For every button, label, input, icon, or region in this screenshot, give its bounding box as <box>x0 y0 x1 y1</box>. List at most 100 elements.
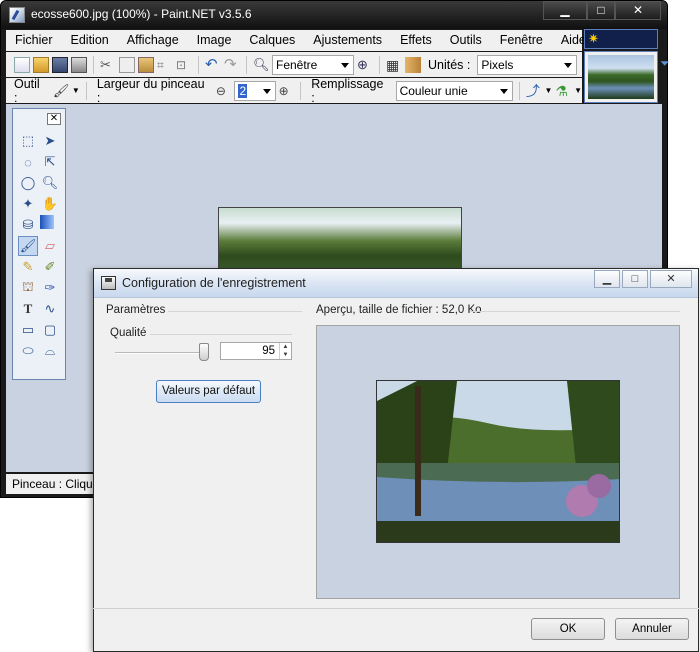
status-text: Pinceau : Clique <box>12 477 100 491</box>
eraser-icon[interactable]: ▱ <box>40 236 60 256</box>
rectangle-select-icon[interactable]: ⬚ <box>18 131 38 151</box>
preview-divider <box>470 311 680 312</box>
cut-icon[interactable]: ✂ <box>100 57 116 73</box>
tools-close-button[interactable]: ✕ <box>47 113 61 125</box>
combo-arrow-icon <box>499 88 508 94</box>
dialog-titlebar[interactable]: Configuration de l'enregistrement ▁ □ ✕ <box>94 269 698 298</box>
menu-ajustements[interactable]: Ajustements <box>304 30 391 51</box>
minimize-button[interactable]: ▁ <box>543 1 587 20</box>
fill-label: Remplissage : <box>311 76 384 105</box>
ruler-icon[interactable] <box>405 56 421 73</box>
new-file-icon[interactable] <box>14 56 30 73</box>
magic-wand-icon[interactable]: ✦ <box>18 194 38 214</box>
blend-mode-dropdown-icon[interactable]: ▼ <box>574 86 582 95</box>
maximize-button[interactable]: □ <box>587 1 615 20</box>
grid-icon[interactable]: ▦ <box>386 57 402 73</box>
fill-combo-value: Couleur unie <box>399 83 468 98</box>
copy-icon[interactable] <box>119 56 135 73</box>
quality-spin-buttons: ▲ ▼ <box>279 343 291 359</box>
menu-edition[interactable]: Edition <box>62 30 118 51</box>
tool-dropdown-icon[interactable]: ▼ <box>72 86 80 95</box>
paint-bucket-icon[interactable]: ⛁ <box>18 215 38 235</box>
deselect-icon[interactable]: ⊡ <box>176 57 192 73</box>
combo-arrow-icon <box>341 62 349 68</box>
quality-spinbox[interactable]: 95 ▲ ▼ <box>220 342 292 360</box>
window-titlebar[interactable]: ecosse600.jpg (100%) - Paint.NET v3.5.6 … <box>1 1 667 29</box>
dialog-title: Configuration de l'enregistrement <box>122 276 306 290</box>
paste-icon[interactable] <box>138 56 154 73</box>
zoom-combo-value: Fenêtre <box>276 57 318 72</box>
dialog-maximize-button[interactable]: □ <box>622 270 648 288</box>
menu-calques[interactable]: Calques <box>240 30 304 51</box>
quality-slider-track[interactable] <box>115 352 209 354</box>
menu-fichier[interactable]: Fichier <box>6 30 62 51</box>
zoom-combo[interactable]: Fenêtre <box>272 54 354 75</box>
move-selection-icon[interactable]: ➤ <box>40 131 60 151</box>
ok-button[interactable]: OK <box>531 618 605 640</box>
ellipse-select-icon[interactable]: ◯ <box>18 173 38 193</box>
gradient-icon[interactable] <box>40 215 54 229</box>
menu-affichage[interactable]: Affichage <box>118 30 188 51</box>
color-picker-icon[interactable]: ✐ <box>40 257 60 277</box>
menu-effets[interactable]: Effets <box>391 30 441 51</box>
units-combo[interactable]: Pixels <box>477 54 578 75</box>
antialiasing-dropdown-icon[interactable]: ▼ <box>545 86 553 95</box>
text-icon[interactable]: T <box>18 299 38 319</box>
move-selected-icon[interactable]: ⇱ <box>40 152 60 172</box>
pan-hand-icon[interactable]: ✋ <box>40 194 60 214</box>
menu-image[interactable]: Image <box>188 30 241 51</box>
fill-combo[interactable]: Couleur unie <box>395 80 513 101</box>
cancel-button[interactable]: Annuler <box>615 618 689 640</box>
image-tabs-strip: ✷ <box>584 29 658 49</box>
toolbar-divider <box>300 81 302 100</box>
brush-width-label: Largeur du pinceau : <box>96 76 205 105</box>
menu-outils[interactable]: Outils <box>441 30 491 51</box>
default-values-button[interactable]: Valeurs par défaut <box>156 380 261 403</box>
menu-fenetre[interactable]: Fenêtre <box>491 30 552 51</box>
dialog-close-button[interactable]: ✕ <box>650 270 692 288</box>
undo-icon[interactable]: ↶ <box>205 56 221 73</box>
toolbar-divider <box>379 55 380 74</box>
floppy-save-icon <box>101 276 116 290</box>
spin-down-icon[interactable]: ▼ <box>280 351 291 359</box>
quality-label: Qualité <box>110 327 147 339</box>
dialog-minimize-button[interactable]: ▁ <box>594 270 620 288</box>
units-label: Unités : <box>428 57 471 72</box>
antialiasing-icon[interactable]: ⤴ <box>526 83 542 99</box>
rounded-rectangle-icon[interactable]: ▢ <box>40 320 60 340</box>
brush-width-combo[interactable]: 2 <box>234 80 276 101</box>
paintbrush-icon[interactable]: 🖌︎ <box>53 83 70 99</box>
zoom-out-icon[interactable]: 🔍︎ <box>253 57 270 73</box>
increase-width-icon[interactable]: ⊕ <box>279 83 295 99</box>
main-toolbar: ✂ ⌗ ⊡ ↶ ↷ 🔍︎ Fenêtre ⊕ ▦ Unités : Pixels <box>6 52 582 77</box>
toolbar-divider <box>85 81 87 100</box>
thumbnail-image <box>588 55 654 99</box>
lasso-select-icon[interactable]: ◌ <box>18 152 38 172</box>
open-folder-icon[interactable] <box>33 56 49 73</box>
rectangle-icon[interactable]: ▭ <box>18 320 38 340</box>
print-icon[interactable] <box>71 56 87 73</box>
line-curve-icon[interactable]: ∿ <box>40 299 60 319</box>
decrease-width-icon[interactable]: ⊖ <box>216 83 232 99</box>
save-icon[interactable] <box>52 56 68 73</box>
paintbrush-tool-icon[interactable]: 🖌︎ <box>18 236 38 256</box>
sun-icon: ✷ <box>588 31 599 46</box>
ellipse-icon[interactable]: ⬭ <box>18 341 38 361</box>
freeform-shape-icon[interactable]: ⌓ <box>40 341 60 361</box>
caption-buttons: ▁ □ ✕ <box>543 1 661 21</box>
chevron-down-icon[interactable]: ⏷ <box>660 56 670 71</box>
blend-mode-icon[interactable]: ⚗ <box>555 83 571 99</box>
recolor-icon[interactable]: ✑ <box>40 278 60 298</box>
pencil-icon[interactable]: ✎ <box>18 257 38 277</box>
canvas-image[interactable] <box>218 207 462 269</box>
redo-icon[interactable]: ↷ <box>224 56 240 73</box>
close-button[interactable]: ✕ <box>615 1 661 20</box>
toolbar-divider <box>198 55 199 74</box>
image-tab-thumbnail[interactable] <box>584 51 658 103</box>
quality-slider-thumb[interactable] <box>199 343 210 361</box>
crop-icon[interactable]: ⌗ <box>157 57 173 73</box>
spin-up-icon[interactable]: ▲ <box>280 343 291 351</box>
clone-stamp-icon[interactable]: ⛫ <box>18 278 38 298</box>
zoom-in-icon[interactable]: ⊕ <box>357 57 373 73</box>
zoom-icon[interactable]: 🔍︎ <box>40 173 60 193</box>
